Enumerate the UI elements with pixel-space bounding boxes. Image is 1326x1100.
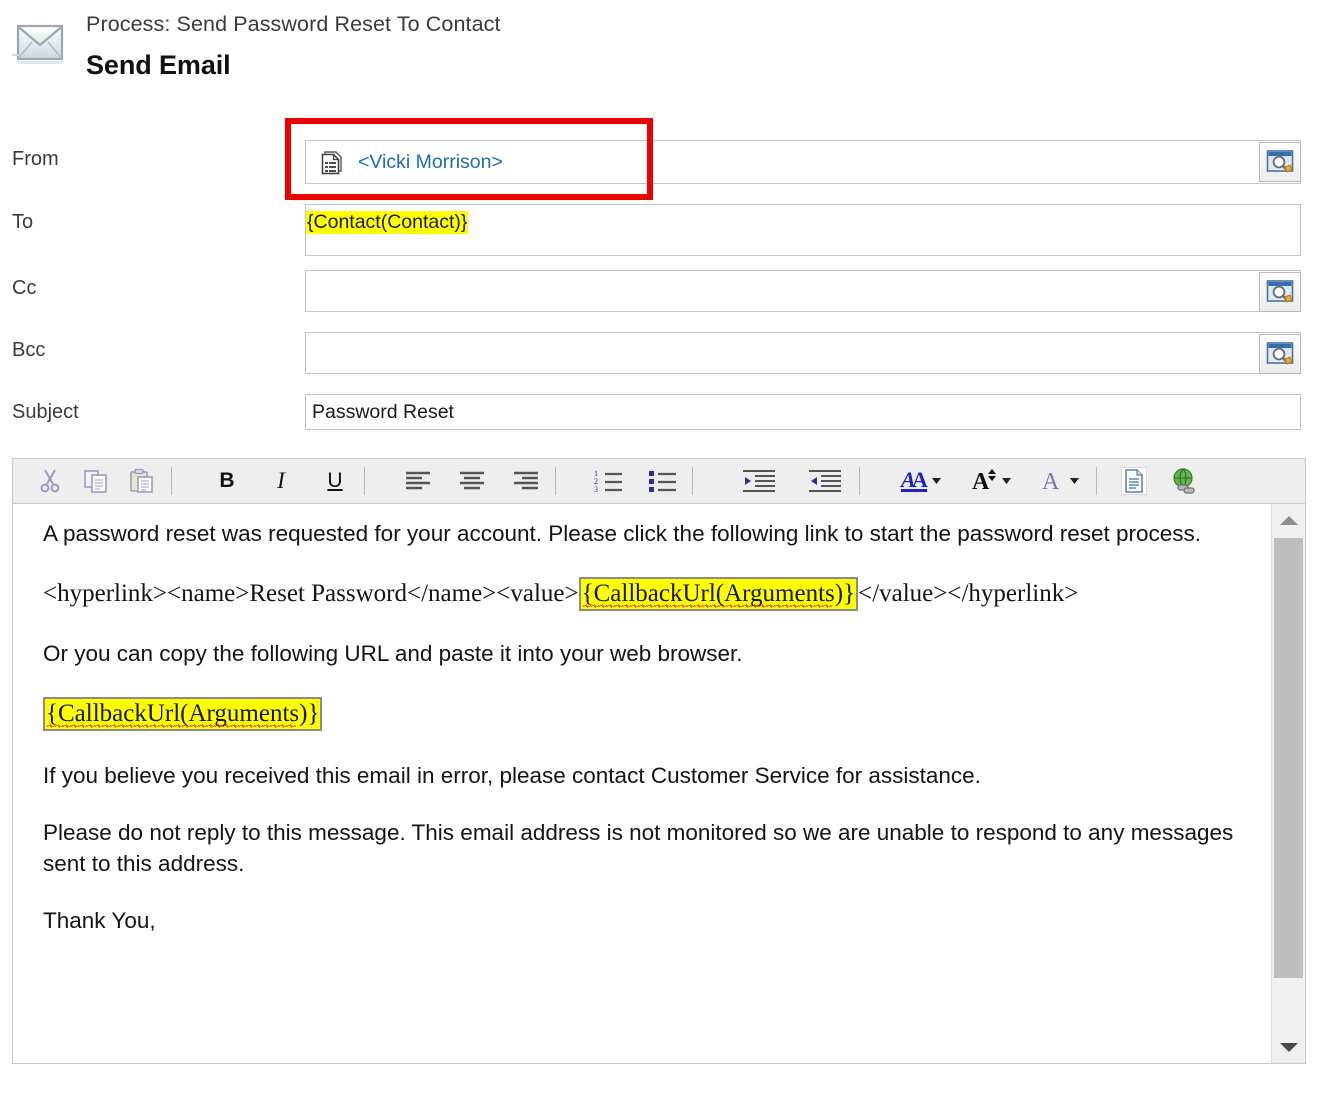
field-label-to: To	[12, 211, 34, 233]
paste-icon	[130, 468, 153, 493]
editor-toolbar: B I U 1 2 3 A A A A	[12, 458, 1306, 504]
cut-icon	[40, 469, 60, 493]
scroll-up-button[interactable]	[1272, 504, 1305, 536]
hyperlink-markup-after: </value></hyperlink>	[858, 580, 1079, 607]
callback-url-token: {CallbackUrl(Arguments)}	[43, 697, 323, 731]
body-paragraph-3: Or you can copy the following URL and pa…	[43, 641, 743, 666]
source-view-button[interactable]	[1111, 459, 1157, 503]
body-paragraph-4: {CallbackUrl(Arguments)}	[43, 695, 1255, 732]
font-size-icon: A	[972, 469, 1011, 495]
underline-button[interactable]: U	[312, 459, 358, 503]
from-lookup-button[interactable]	[1259, 142, 1301, 182]
body-paragraph-5: If you believe you received this email i…	[43, 763, 981, 788]
envelope-icon	[12, 24, 64, 64]
subject-value: Password Reset	[312, 400, 454, 423]
from-value: <Vicki Morrison>	[358, 150, 503, 173]
record-lookup-icon	[321, 151, 342, 175]
toolbar-separator	[555, 467, 556, 495]
callback-url-token-text: {CallbackUrl(Arguments)}	[46, 700, 320, 727]
align-center-button[interactable]	[449, 459, 495, 503]
subject-input[interactable]: Password Reset	[305, 394, 1301, 430]
callback-url-token-text: {CallbackUrl(Arguments)}	[581, 580, 856, 607]
cut-button[interactable]	[27, 459, 73, 503]
to-input[interactable]: {Contact(Contact)}	[305, 204, 1301, 256]
bold-button[interactable]: B	[204, 459, 250, 503]
toolbar-separator	[859, 467, 860, 495]
align-right-icon	[514, 471, 538, 490]
insert-hyperlink-icon	[1173, 468, 1195, 494]
scroll-down-arrow-icon	[1279, 1042, 1298, 1052]
svg-text:A: A	[912, 467, 928, 492]
bulleted-list-icon	[649, 471, 676, 492]
numbered-list-button[interactable]: 123	[586, 459, 632, 503]
bulleted-list-button[interactable]	[640, 459, 686, 503]
email-body-editor[interactable]: A password reset was requested for your …	[12, 504, 1306, 1064]
process-label: Process: Send Password Reset To Contact	[86, 12, 501, 36]
spellcheck-squiggle	[582, 604, 833, 608]
field-label-cc: Cc	[12, 277, 37, 299]
copy-icon	[84, 470, 107, 493]
body-paragraph-1: A password reset was requested for your …	[43, 521, 1202, 546]
copy-button[interactable]	[73, 459, 119, 503]
insert-hyperlink-button[interactable]	[1161, 459, 1207, 503]
toolbar-separator	[171, 467, 172, 495]
field-label-from: From	[12, 148, 59, 170]
font-color-icon: A A	[900, 467, 941, 492]
body-paragraph-7: Thank You,	[43, 908, 156, 933]
cc-lookup-button[interactable]	[1259, 272, 1301, 312]
increase-indent-button[interactable]	[731, 459, 787, 503]
toolbar-separator	[692, 467, 693, 495]
decrease-indent-icon	[809, 470, 841, 492]
spellcheck-squiggle	[47, 724, 297, 728]
align-left-button[interactable]	[395, 459, 441, 503]
svg-text:3: 3	[594, 485, 598, 493]
align-right-button[interactable]	[503, 459, 549, 503]
email-body-content[interactable]: A password reset was requested for your …	[13, 504, 1271, 1063]
lookup-window-search-icon	[1266, 280, 1294, 303]
increase-indent-icon	[743, 470, 775, 492]
hyperlink-markup-before: <hyperlink><name>Reset Password</name><v…	[43, 580, 579, 607]
body-paragraph-2: <hyperlink><name>Reset Password</name><v…	[43, 575, 1255, 612]
send-email-form: Process: Send Password Reset To Contact …	[0, 0, 1326, 1100]
highlight-color-button[interactable]: A	[1034, 459, 1090, 503]
toolbar-separator	[1096, 467, 1097, 495]
page-title: Send Email	[86, 50, 231, 80]
field-label-subject: Subject	[12, 401, 79, 423]
bcc-input[interactable]	[305, 332, 1301, 374]
field-label-bcc: Bcc	[12, 339, 46, 361]
highlight-color-icon: A	[1042, 469, 1079, 495]
svg-text:A: A	[972, 469, 990, 495]
scrollbar-thumb[interactable]	[1274, 538, 1303, 978]
scroll-up-arrow-icon	[1279, 515, 1298, 525]
bcc-lookup-button[interactable]	[1259, 334, 1301, 374]
from-input[interactable]: <Vicki Morrison>	[305, 140, 1301, 184]
source-view-icon	[1121, 467, 1147, 495]
align-center-icon	[460, 471, 484, 490]
numbered-list-icon: 123	[594, 469, 622, 493]
underline-label: U	[327, 469, 343, 492]
scroll-down-button[interactable]	[1272, 1031, 1305, 1063]
paste-button[interactable]	[119, 459, 165, 503]
cc-input[interactable]	[305, 270, 1301, 312]
lookup-window-search-icon	[1266, 150, 1294, 173]
bold-label: B	[219, 469, 235, 492]
decrease-indent-button[interactable]	[797, 459, 853, 503]
body-paragraph-6: Please do not reply to this message. Thi…	[43, 820, 1234, 876]
font-color-button[interactable]: A A	[894, 459, 950, 503]
italic-button[interactable]: I	[258, 459, 304, 503]
svg-text:A: A	[1042, 469, 1060, 495]
callback-url-token: {CallbackUrl(Arguments)}	[578, 577, 859, 611]
align-left-icon	[406, 471, 430, 490]
page-header: Process: Send Password Reset To Contact …	[0, 0, 1326, 100]
to-value-token: {Contact(Contact)}	[306, 211, 469, 234]
toolbar-separator	[364, 467, 365, 495]
italic-label: I	[277, 468, 285, 493]
body-vertical-scrollbar[interactable]	[1271, 504, 1305, 1063]
lookup-window-search-icon	[1266, 342, 1294, 365]
font-size-button[interactable]: A	[964, 459, 1020, 503]
